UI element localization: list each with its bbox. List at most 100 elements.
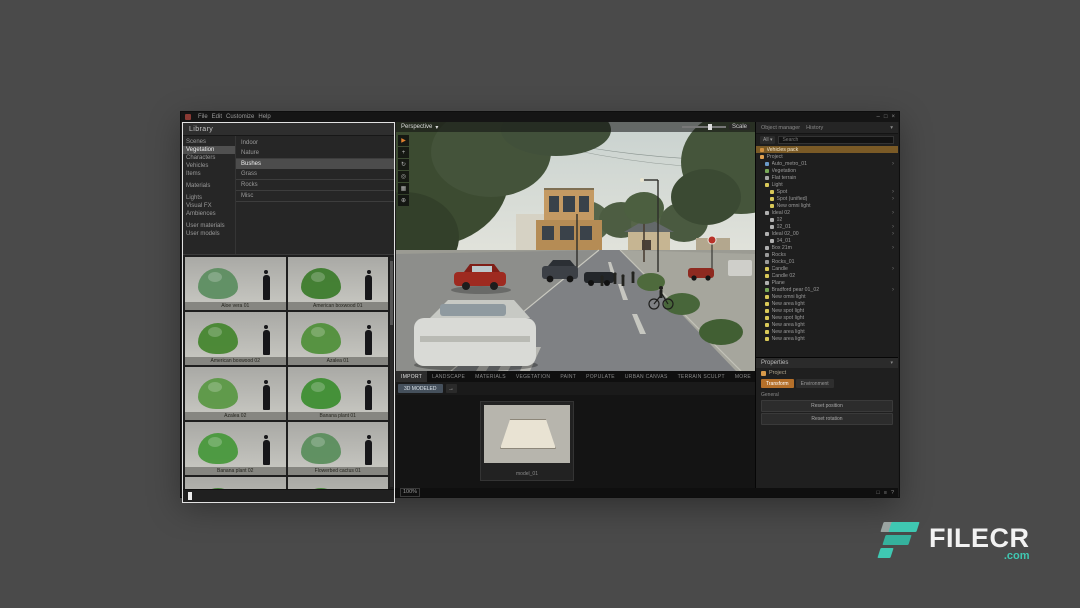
window-control-icon[interactable]: □ [884,114,888,120]
statusbar-icon[interactable]: ≡ [884,490,887,496]
properties-collapse-chevron-icon[interactable]: ▾ [890,360,893,366]
scene-tree-row[interactable]: Vegetation [756,167,898,174]
scene-tree-row[interactable]: New omni light [756,293,898,300]
scene-tree-row[interactable]: Rocks_01 [756,258,898,265]
library-category[interactable]: Visual FX [183,202,235,210]
library-category[interactable]: User materials [183,222,235,230]
library-category[interactable]: Characters [183,154,235,162]
scene-tree-row[interactable]: Ideal 02_00 [756,230,898,237]
search-input[interactable] [778,136,894,144]
library-subcategory[interactable]: Misc [236,191,394,202]
tab-object-manager[interactable]: Object manager [761,125,800,131]
street-scene-render[interactable] [396,122,755,371]
scene-tree-row[interactable]: Box 21m [756,244,898,251]
scene-tree-row[interactable]: New area light [756,321,898,328]
viewport-nav-button[interactable]: ▶ [398,135,409,146]
menu-item[interactable]: Edit [210,114,224,120]
dock-tab[interactable]: MORE [730,371,756,382]
library-category[interactable]: Ambiences [183,210,235,218]
menu-item[interactable]: Help [256,114,272,120]
camera-view-label[interactable]: Perspective [401,124,432,130]
scene-tree-row[interactable]: Light [756,181,898,188]
library-subcategory[interactable]: Grass [236,169,394,180]
dock-tab[interactable]: LANDSCAPE [427,371,470,382]
scale-slider-knob[interactable] [708,124,712,130]
scene-tree-row[interactable]: Spot (unified) [756,195,898,202]
dock-tab[interactable]: MATERIALS [470,371,511,382]
library-scrollbar-thumb[interactable] [390,261,393,325]
statusbar-icon[interactable]: ? [891,490,894,496]
scene-tree-row[interactable]: Bradford pear 01_02 [756,286,898,293]
library-subcategory[interactable]: Indoor [236,138,394,148]
dock-tab[interactable]: TERRAIN SCULPT [673,371,730,382]
camera-dropdown-chevron-icon[interactable]: ▾ [435,124,438,131]
scene-tree-row[interactable]: Candle [756,265,898,272]
scene-tree-row[interactable]: New area light [756,328,898,335]
reset-button[interactable]: Reset rotation [761,413,893,425]
scene-tree-row[interactable]: New spot light [756,307,898,314]
scene-tree-row[interactable]: Project [756,153,898,160]
scale-slider[interactable] [682,126,726,128]
library-category[interactable]: Vehicles [183,162,235,170]
library-category[interactable]: Lights [183,194,235,202]
library-item[interactable]: American boxwood 01 [288,257,389,310]
import-mode-chip[interactable]: 3D MODELED [398,384,443,393]
scene-tree-row[interactable]: Auto_metro_01 [756,160,898,167]
scale-button[interactable]: Scale [729,124,750,130]
scene-tree-row[interactable]: Plane [756,279,898,286]
panel-collapse-chevron-icon[interactable]: ▾ [890,125,893,131]
library-item[interactable]: Aloe vera 01 [185,257,286,310]
library-item[interactable]: Azalea 01 [288,312,389,365]
library-category[interactable]: Scenes [183,138,235,146]
import-preview-card[interactable]: model_01 [480,401,574,481]
zoom-level[interactable]: 100% [400,488,420,497]
viewport-nav-button[interactable]: ⊕ [398,195,409,206]
library-item[interactable]: Flowerbed cactus 01 [288,422,389,475]
scene-tree-row[interactable]: 02 [756,216,898,223]
library-category[interactable]: Vegetation [183,146,235,154]
window-control-icon[interactable]: × [891,114,895,120]
library-item[interactable]: Banana plant 01 [288,367,389,420]
library-subcategory[interactable]: Bushes [236,159,394,169]
scene-tree-row[interactable]: 02_01 [756,223,898,230]
properties-tab[interactable]: Environment [796,379,834,388]
reset-button[interactable]: Reset position [761,400,893,412]
dock-tab[interactable]: IMPORT [396,371,427,382]
library-item[interactable]: American boxwood 02 [185,312,286,365]
menu-item[interactable]: File [196,114,210,120]
properties-tab[interactable]: Transform [761,379,794,388]
viewport-nav-button[interactable]: ↻ [398,159,409,170]
scene-tree-row[interactable]: Ideal 02 [756,209,898,216]
scene-tree-row[interactable]: New area light [756,335,898,342]
import-confirm-arrow-icon[interactable]: → [446,384,457,393]
menu-item[interactable]: Customize [224,114,256,120]
scene-tree-row[interactable]: Flat terrain [756,174,898,181]
viewport-nav-button[interactable]: ◎ [398,171,409,182]
dock-tab[interactable]: URBAN CANVAS [620,371,673,382]
library-item[interactable]: Fern 02 [288,477,389,489]
scene-tree-row[interactable]: Rocks [756,251,898,258]
viewport[interactable]: Perspective ▾ Scale ▶ + [396,122,755,371]
dock-tab[interactable]: VEGETATION [511,371,555,382]
library-subcategory[interactable]: Nature [236,148,394,159]
dock-tab[interactable]: PAINT [555,371,581,382]
scene-tree-row[interactable]: New omni light [756,202,898,209]
scene-tree-row[interactable]: Vehicles pack [756,146,898,153]
window-control-icon[interactable]: – [877,114,880,120]
statusbar-icon[interactable]: □ [876,490,879,496]
library-category[interactable]: Items [183,170,235,178]
filter-dropdown[interactable]: All ▾ [760,136,775,144]
scene-tree-row[interactable]: New area light [756,300,898,307]
viewport-nav-button[interactable]: + [398,147,409,158]
library-item[interactable]: Azalea 02 [185,367,286,420]
library-item[interactable]: Fern 01 [185,477,286,489]
dock-tab[interactable]: POPULATE [581,371,620,382]
scene-tree-row[interactable]: New spot light [756,314,898,321]
scene-tree-row[interactable]: 04_01 [756,237,898,244]
library-category[interactable]: Materials [183,182,235,190]
viewport-nav-button[interactable]: ▦ [398,183,409,194]
library-subcategory[interactable]: Rocks [236,180,394,191]
library-item[interactable]: Banana plant 02 [185,422,286,475]
library-scrollbar[interactable] [390,257,393,487]
tab-history[interactable]: History [806,125,823,131]
